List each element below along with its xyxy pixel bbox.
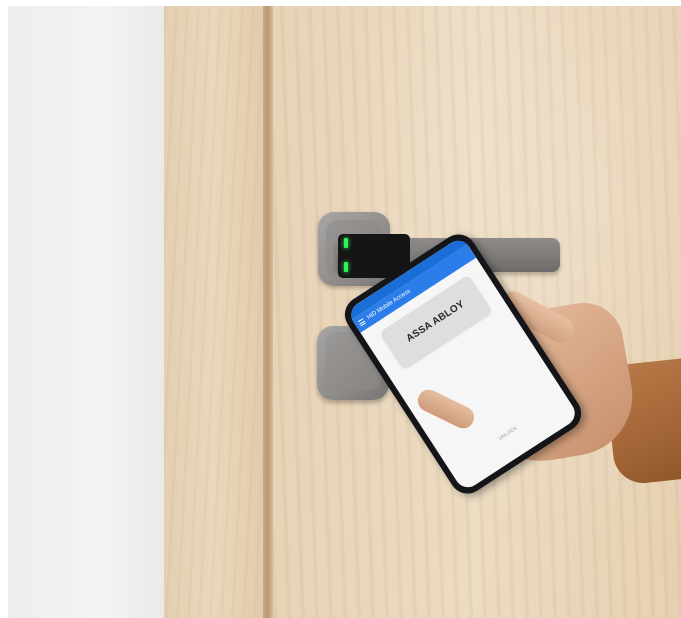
green-led-indicator (344, 262, 348, 272)
photo-scene: HID Mobile Access ASSA ABLOY UNLOCK (0, 0, 681, 618)
door-frame (164, 6, 264, 618)
wall (8, 6, 166, 618)
menu-icon[interactable] (357, 318, 367, 327)
door-gap (263, 6, 273, 618)
green-led-indicator (344, 238, 348, 248)
